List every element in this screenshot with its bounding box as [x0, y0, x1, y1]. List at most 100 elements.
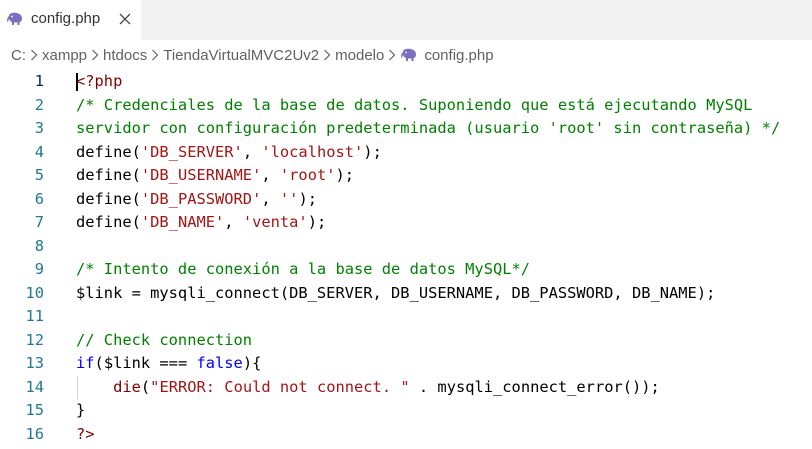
code-token: 'root': [279, 166, 336, 184]
line-number: 14: [25, 377, 44, 396]
code-token: );: [298, 189, 317, 208]
code-token: 'venta': [242, 213, 308, 231]
tab-label: config.php: [31, 10, 101, 27]
chevron-right-icon: [91, 49, 99, 61]
code-token: define(: [76, 142, 141, 161]
chevron-right-icon: [30, 49, 38, 61]
code-token: define(: [76, 213, 141, 231]
breadcrumb-item[interactable]: htdocs: [103, 47, 147, 64]
tab-bar: config.php: [0, 0, 812, 40]
code-line[interactable]: 5 define('DB_USERNAME', 'root');: [0, 164, 812, 188]
code-token: ){: [242, 354, 262, 372]
code-line[interactable]: 15}: [0, 399, 812, 423]
php-elephant-icon: [401, 48, 417, 61]
line-number: 12: [25, 330, 44, 349]
line-number: 5: [34, 166, 44, 184]
code-token: . mysqli_connect_error());: [409, 377, 660, 396]
code-token: die: [113, 377, 141, 396]
breadcrumb-item[interactable]: xampp: [42, 47, 87, 64]
code-token: 'DB_SERVER': [140, 142, 243, 161]
code-text: /* Credenciales de la base de datos. Sup…: [76, 94, 752, 118]
code-token: /* Credenciales de la base de datos. Sup…: [76, 95, 753, 114]
code-text: if($link === false){: [76, 352, 261, 376]
code-token: <?php: [76, 72, 123, 90]
code-token: ,: [261, 166, 280, 184]
line-number: 6: [34, 189, 44, 208]
code-line[interactable]: 12 // Check connection: [0, 329, 812, 353]
code-line[interactable]: 14 die("ERROR: Could not connect. " . my…: [0, 375, 812, 400]
code-text: }: [76, 399, 85, 423]
code-line[interactable]: 16 ?>: [0, 423, 812, 447]
code-token: define(: [76, 189, 141, 208]
php-elephant-icon: [7, 12, 22, 25]
code-token: 'DB_USERNAME': [140, 166, 262, 184]
tab-config-php[interactable]: config.php: [0, 0, 141, 40]
breadcrumb: C: xampp htdocs TiendaVirtualMVC2Uv2 mod…: [0, 40, 812, 70]
breadcrumb-item[interactable]: TiendaVirtualMVC2Uv2: [163, 47, 319, 64]
code-text: <?php: [76, 70, 122, 94]
code-token: ?>: [76, 424, 95, 443]
line-number: 8: [34, 236, 44, 255]
line-number: 16: [25, 424, 44, 443]
code-token: ($link ===: [94, 354, 197, 372]
editor-window: config.php C: xampp htdocs TiendaVirtual…: [0, 0, 812, 449]
code-token: 'DB_NAME': [140, 213, 225, 231]
code-text: define('DB_NAME', 'venta');: [76, 211, 326, 235]
code-text: ?>: [76, 423, 95, 447]
code-text: // Check connection: [76, 329, 252, 353]
code-line[interactable]: 2 /* Credenciales de la base de datos. Su…: [0, 94, 812, 118]
code-token: 'localhost': [261, 142, 364, 161]
code-text: die("ERROR: Could not connect. " . mysql…: [76, 376, 660, 400]
code-token: /* Intento de conexión a la base de dato…: [76, 260, 531, 278]
line-number: 2: [34, 95, 44, 114]
code-token: '': [279, 189, 299, 208]
code-text: $link = mysqli_connect(DB_SERVER, DB_USE…: [76, 282, 715, 306]
code-token: "ERROR: Could not connect. ": [150, 377, 410, 396]
code-token: if: [76, 354, 95, 372]
chevron-right-icon: [388, 49, 396, 61]
code-text: define('DB_PASSWORD', '');: [76, 188, 317, 212]
line-number: 15: [25, 401, 44, 419]
close-icon[interactable]: [117, 11, 133, 27]
breadcrumb-item[interactable]: modelo: [335, 47, 384, 64]
code-line[interactable]: 9 /* Intento de conexión a la base de dat…: [0, 258, 812, 282]
code-token: 'DB_PASSWORD': [140, 189, 262, 208]
code-editor[interactable]: 1 <?php 2 /* Credenciales de la base de dat…: [0, 70, 812, 449]
code-token: ,: [261, 189, 280, 208]
line-number: 10: [25, 283, 44, 302]
code-line[interactable]: 10 $link = mysqli_connect(DB_SERVER, DB_U…: [0, 282, 812, 306]
code-line[interactable]: 8: [0, 235, 812, 259]
breadcrumb-file-label: config.php: [424, 46, 494, 64]
line-number: 1: [34, 72, 44, 90]
code-text: define('DB_USERNAME', 'root');: [76, 164, 354, 188]
line-number: 4: [34, 142, 44, 161]
text-cursor: [76, 73, 78, 91]
code-token: );: [363, 142, 382, 161]
code-token: }: [76, 401, 86, 419]
code-line[interactable]: 3 servidor con configuración predetermina…: [0, 117, 812, 141]
code-line[interactable]: 13 if($link === false){: [0, 352, 812, 376]
breadcrumb-item[interactable]: C:: [11, 47, 26, 64]
code-line[interactable]: 1 <?php: [0, 70, 812, 94]
code-token: servidor con configuración predeterminad…: [76, 119, 781, 137]
breadcrumb-file[interactable]: config.php: [400, 46, 494, 64]
code-line[interactable]: 6 define('DB_PASSWORD', '');: [0, 188, 812, 212]
code-text: servidor con configuración predeterminad…: [76, 117, 780, 141]
code-line[interactable]: 11: [0, 305, 812, 329]
code-line[interactable]: 7 define('DB_NAME', 'venta');: [0, 211, 812, 235]
code-token: (: [140, 377, 151, 396]
code-text: /* Intento de conexión a la base de dato…: [76, 258, 530, 282]
code-line[interactable]: 4 define('DB_SERVER', 'localhost');: [0, 141, 812, 165]
chevron-right-icon: [151, 49, 159, 61]
code-token: $link = mysqli_connect(DB_SERVER, DB_USE…: [76, 283, 716, 302]
code-token: false: [196, 354, 243, 372]
line-number: 13: [25, 354, 44, 372]
code-text: define('DB_SERVER', 'localhost');: [76, 141, 382, 165]
chevron-right-icon: [323, 49, 331, 61]
line-number: 11: [25, 307, 44, 325]
line-number: 9: [34, 260, 44, 278]
line-number: 3: [34, 119, 44, 137]
code-token: );: [335, 166, 355, 184]
code-token: // Check connection: [76, 330, 253, 349]
